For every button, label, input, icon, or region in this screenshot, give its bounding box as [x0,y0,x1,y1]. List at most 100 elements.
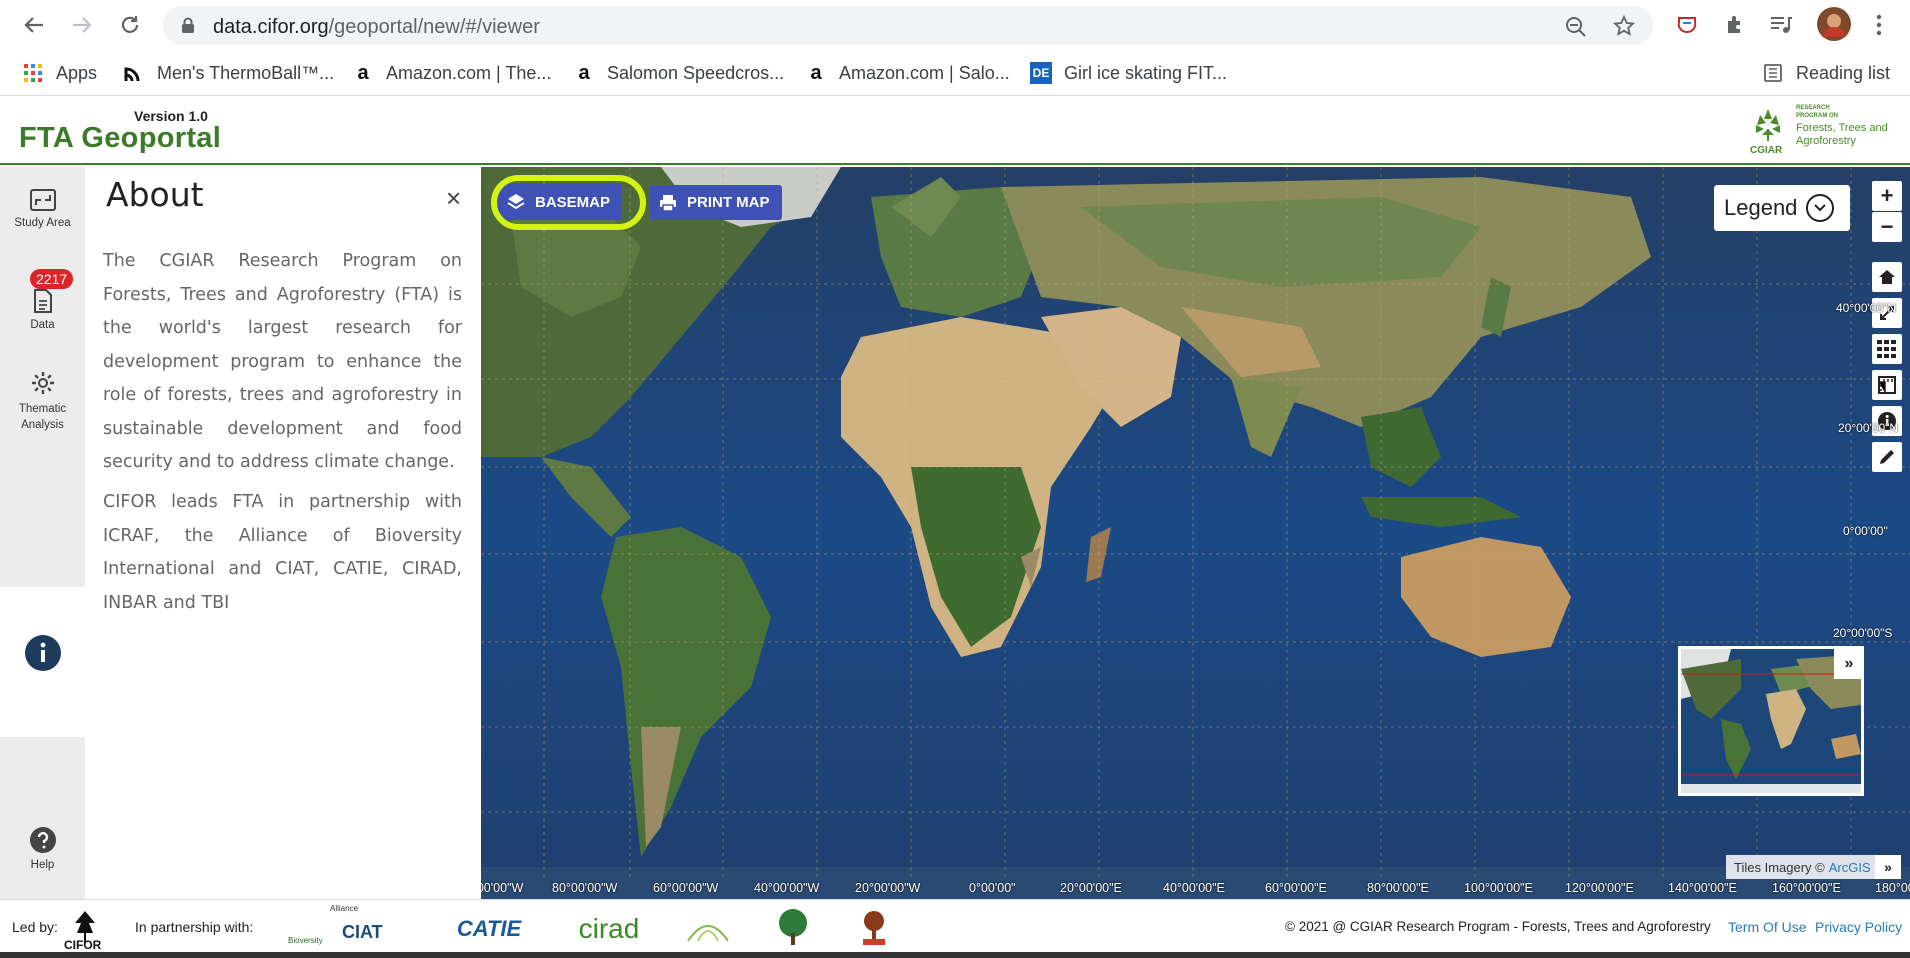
info-circle-icon[interactable] [25,635,61,671]
amazon-icon: a [357,61,369,84]
extensions-puzzle-icon[interactable] [1720,10,1750,40]
amazon-icon: a [810,61,822,84]
overview-toggle[interactable]: » [1834,649,1861,679]
catie-logo[interactable]: CATIE [445,906,533,952]
lon-label: 100°00'00"E [1464,881,1533,895]
lon-label: 20°00'00"E [1060,881,1122,895]
bookmark-ice-skating[interactable]: DE Girl ice skating FIT... [1030,60,1227,86]
lon-label: 60°00'00"E [1265,881,1327,895]
alliance-text: Alliance [330,904,359,913]
rail-help-label: Help [30,859,55,871]
amazon-icon: a [578,61,590,84]
attribution-toggle[interactable]: » [1875,855,1901,879]
close-icon[interactable]: × [446,183,461,214]
cirad-logo[interactable]: cirad [573,906,645,952]
zoom-out-button[interactable]: − [1872,212,1902,242]
document-icon [33,289,52,313]
page-footer: Led by: CIFOR In partnership with: Allia… [0,899,1910,958]
bookmark-thermoball[interactable]: Men's ThermoBall™... [123,60,334,86]
lon-label: 100°00'00"W [481,881,524,895]
world-agroforestry-logo[interactable] [856,906,892,952]
printer-icon [659,194,677,212]
fta-cgiar-logo[interactable]: CGIAR RESEARCH PROGRAM ON Forests, Trees… [1748,105,1898,159]
lat-label-0: 0°00'00" [1843,524,1888,538]
reload-icon [121,16,139,33]
lon-label: 120°00'00"E [1565,881,1634,895]
rail-data[interactable]: Data [0,289,85,331]
lat-label-20s: 20°00'00"S [1833,626,1893,640]
lon-label: 160°00'00"E [1772,881,1841,895]
rail-thematic-analysis[interactable]: Thematic Analysis [0,371,85,433]
rail-thematic-label-1: Thematic [18,403,67,415]
map-attribution: Tiles Imagery © ArcGIS [1726,855,1879,879]
inbar-logo[interactable] [682,906,734,952]
terms-of-use-link[interactable]: Term Of Use [1728,919,1807,935]
draw-button[interactable] [1872,442,1902,472]
reload-button[interactable] [113,8,147,42]
media-queue-icon[interactable] [1766,10,1796,40]
partnership-label: In partnership with: [135,919,254,935]
zoom-in-button[interactable]: + [1872,181,1902,211]
extension-shield-icon[interactable] [1672,10,1702,40]
cirad-text: cirad [578,913,640,944]
lon-label: 40°00'00"E [1163,881,1225,895]
map-viewer[interactable]: BASEMAP PRINT MAP Legend + − 40°00'00"N … [481,167,1910,899]
longitude-labels: 100°00'00"W 80°00'00"W 60°00'00"W 40°00'… [481,879,1910,899]
arrow-left-icon [24,17,43,33]
study-area-icon [29,189,56,211]
thenorthface-icon [123,62,145,84]
partner-line-3: Forests, Trees and [1796,122,1888,134]
rail-info-area [0,587,85,737]
legend-toggle[interactable]: Legend [1714,185,1850,231]
bookmark-label: Amazon.com | Salo... [839,62,1010,83]
copyright-text: © 2021 @ CGIAR Research Program - Forest… [1285,919,1711,934]
rail-help[interactable]: Help [0,827,85,871]
back-button[interactable] [17,8,51,42]
url-text: data.cifor.org/geoportal/new/#/viewer [213,16,540,39]
zoom-out-icon[interactable] [1565,16,1587,38]
arcgis-link[interactable]: ArcGIS [1829,860,1871,875]
lon-label: 80°00'00"E [1367,881,1429,895]
forward-button[interactable] [65,8,99,42]
grid-button[interactable] [1872,334,1902,364]
taskbar-strip [0,952,1910,958]
app-title[interactable]: FTA Geoportal [19,122,221,155]
lat-label-40n: 40°00'00"N [1836,301,1897,315]
about-title: About [106,175,204,214]
lon-label: 60°00'00"W [653,881,719,895]
about-paragraph-1: The CGIAR Research Program on Forests, T… [103,251,462,472]
gear-icon [31,372,54,394]
rail-study-area[interactable]: Study Area [0,189,85,229]
url-host: data.cifor.org [213,16,329,38]
lock-icon [182,17,194,33]
grid-icon [1877,340,1896,358]
reading-list-label: Reading list [1796,62,1891,83]
bookmark-salomon[interactable]: a Salomon Speedcros... [573,60,784,86]
bookmark-amazon-1[interactable]: a Amazon.com | The... [352,60,551,86]
privacy-policy-link[interactable]: Privacy Policy [1815,919,1902,935]
star-icon[interactable] [1613,15,1635,37]
home-extent-button[interactable] [1872,262,1902,292]
lon-label: 80°00'00"W [552,881,618,895]
lon-label: 140°00'00"E [1668,881,1737,895]
overview-map[interactable]: » [1678,646,1864,796]
attribution-text: Tiles Imagery © [1734,859,1825,875]
address-bar[interactable]: data.cifor.org/geoportal/new/#/viewer [163,6,1653,45]
cifor-logo[interactable]: CIFOR [56,906,114,952]
reading-list-button[interactable]: Reading list [1762,60,1890,86]
about-paragraph-2: CIFOR leads FTA in partnership with ICRA… [103,492,462,613]
ruler-icon [1878,376,1896,394]
bookmark-label: Salomon Speedcros... [607,62,785,83]
bookmark-label: Men's ThermoBall™... [157,62,335,83]
bookmark-amazon-2[interactable]: a Amazon.com | Salo... [805,60,1010,86]
profile-avatar[interactable] [1816,6,1852,42]
left-rail: Study Area Data 2217 Thematic Analysis H… [0,167,85,899]
measure-button[interactable] [1872,370,1902,400]
print-map-button[interactable]: PRINT MAP [649,185,782,220]
partner-line-4: Agroforestry [1796,135,1856,147]
tbi-logo[interactable] [770,906,816,952]
alliance-bioversity-ciat-logo[interactable]: Alliance Bioversity CIAT [286,904,404,952]
bookmark-apps[interactable]: Apps [22,60,97,86]
menu-kebab-icon[interactable] [1864,10,1894,40]
print-map-label: PRINT MAP [687,194,770,211]
